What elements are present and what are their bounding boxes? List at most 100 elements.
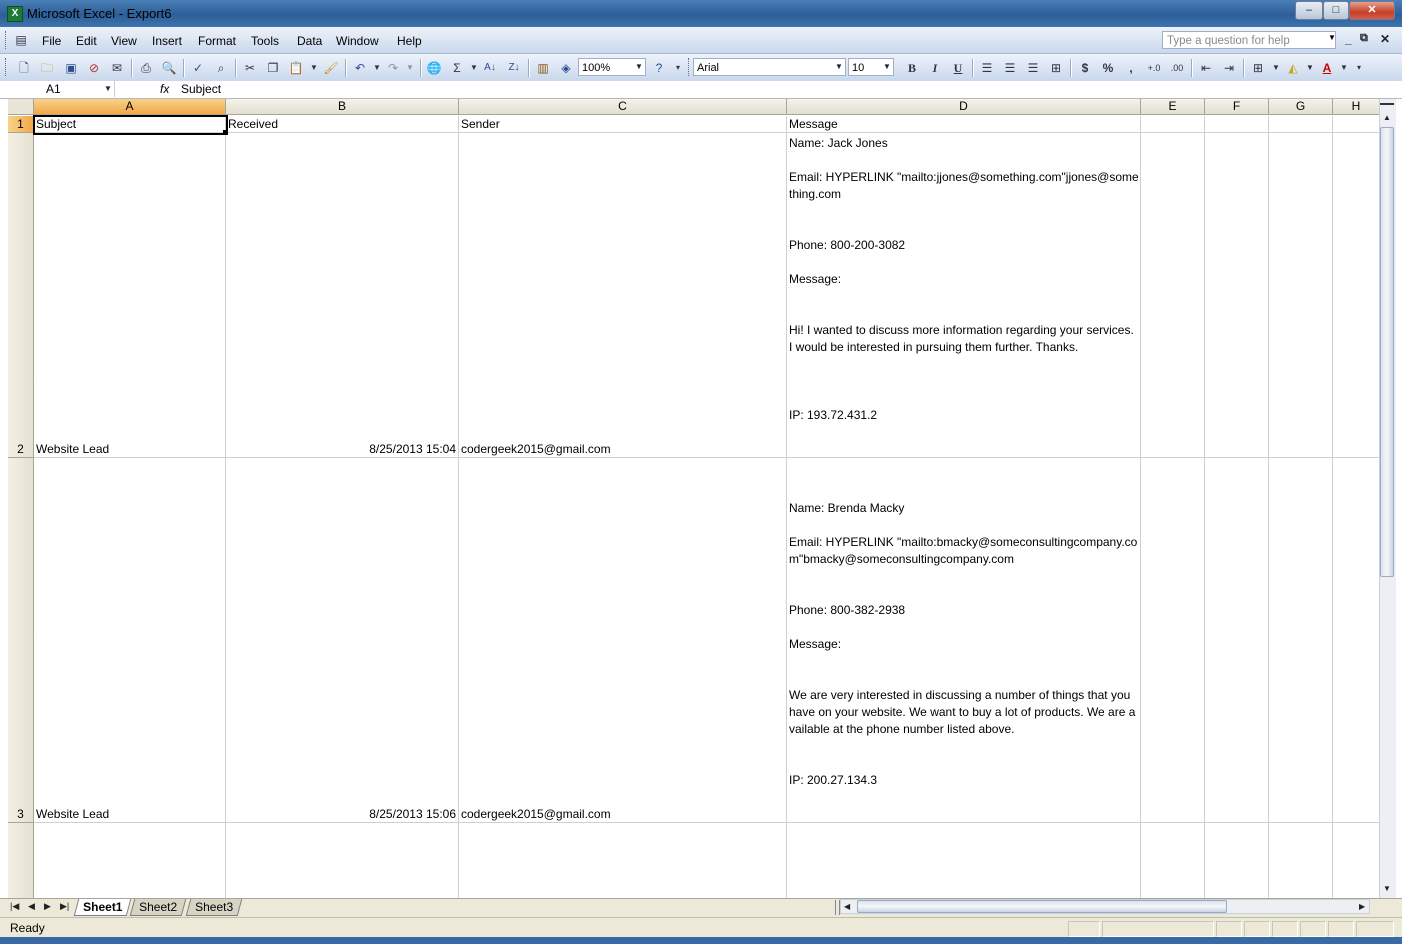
bold-button[interactable]: B: [904, 60, 920, 76]
cell-b2[interactable]: 8/25/2013 15:04: [228, 441, 456, 458]
doc-close-button[interactable]: ✕: [1380, 32, 1390, 46]
column-header-d[interactable]: D: [787, 99, 1141, 115]
chevron-down-icon[interactable]: ▼: [1302, 60, 1318, 76]
chevron-down-icon[interactable]: ▼: [466, 60, 482, 76]
chevron-down-icon[interactable]: ▼: [1268, 60, 1284, 76]
italic-button[interactable]: I: [927, 60, 943, 76]
new-icon[interactable]: 🗋: [16, 60, 32, 76]
cut-icon[interactable]: ✂: [242, 60, 258, 76]
column-header-c[interactable]: C: [459, 99, 787, 115]
cell-d3[interactable]: Name: Brenda Macky Email: HYPERLINK "mai…: [789, 500, 1139, 789]
doc-minimize-button[interactable]: _: [1345, 32, 1352, 46]
column-header-a[interactable]: A: [34, 99, 226, 115]
cell-b3[interactable]: 8/25/2013 15:06: [228, 806, 456, 823]
chevron-down-icon[interactable]: ▼: [369, 60, 385, 76]
chevron-down-icon[interactable]: ▼: [104, 81, 112, 97]
chart-wizard-icon[interactable]: ▥: [535, 60, 551, 76]
last-sheet-icon[interactable]: ▶|: [60, 901, 69, 912]
sort-descending-icon[interactable]: Z↓: [506, 60, 522, 76]
fill-handle[interactable]: [223, 130, 228, 135]
menu-edit[interactable]: Edit: [76, 34, 97, 48]
fill-color-icon[interactable]: ◭: [1285, 60, 1301, 76]
print-icon[interactable]: ⎙: [138, 60, 154, 76]
select-all-button[interactable]: [8, 99, 34, 115]
menu-data[interactable]: Data: [297, 34, 322, 48]
split-box[interactable]: [1380, 99, 1394, 105]
insert-function-icon[interactable]: fx: [160, 81, 169, 97]
print-preview-icon[interactable]: 🔍: [161, 60, 177, 76]
autosum-icon[interactable]: Σ: [449, 60, 465, 76]
sort-ascending-icon[interactable]: A↓: [482, 60, 498, 76]
email-icon[interactable]: ✉: [109, 60, 125, 76]
chevron-down-icon[interactable]: ▼: [833, 59, 845, 75]
cell-c1[interactable]: Sender: [461, 116, 500, 133]
open-icon[interactable]: 🗀: [39, 60, 55, 76]
sheet-tab-sheet3[interactable]: Sheet3: [185, 899, 243, 916]
menu-format[interactable]: Format: [198, 34, 236, 48]
help-search-input[interactable]: Type a question for help: [1162, 31, 1336, 49]
horizontal-scroll-thumb[interactable]: [857, 900, 1227, 913]
zoom-select[interactable]: 100% ▼: [578, 58, 646, 76]
cell-b1[interactable]: Received: [228, 116, 278, 133]
chevron-down-icon[interactable]: ▼: [633, 59, 645, 75]
decrease-decimal-icon[interactable]: .00: [1169, 60, 1185, 76]
menu-window[interactable]: Window: [336, 34, 379, 48]
cell-c3[interactable]: codergeek2015@gmail.com: [461, 806, 611, 823]
font-size-select[interactable]: 10 ▼: [848, 58, 894, 76]
toolbar-grip[interactable]: [688, 58, 692, 76]
column-header-h[interactable]: H: [1333, 99, 1380, 115]
close-button[interactable]: ✕: [1349, 1, 1395, 20]
menu-help[interactable]: Help: [397, 34, 422, 48]
toolbar-options-icon[interactable]: ▾: [1354, 60, 1364, 76]
help-icon[interactable]: ?: [651, 60, 667, 76]
cell-c2[interactable]: codergeek2015@gmail.com: [461, 441, 611, 458]
menu-insert[interactable]: Insert: [152, 34, 182, 48]
row-header-2[interactable]: 2: [8, 133, 34, 458]
toolbar-options-icon[interactable]: ▾: [673, 60, 683, 76]
percent-button[interactable]: %: [1100, 60, 1116, 76]
workbook-icon[interactable]: ▤: [13, 32, 29, 48]
borders-icon[interactable]: ⊞: [1250, 60, 1266, 76]
menu-file[interactable]: File: [42, 34, 61, 48]
doc-restore-button[interactable]: ⧉: [1360, 32, 1368, 45]
name-box[interactable]: A1 ▼: [8, 81, 115, 97]
spelling-icon[interactable]: ✓: [190, 60, 206, 76]
font-select[interactable]: Arial ▼: [693, 58, 846, 76]
excel-icon[interactable]: X: [7, 6, 23, 22]
currency-button[interactable]: $: [1077, 60, 1093, 76]
column-header-f[interactable]: F: [1205, 99, 1269, 115]
formula-input[interactable]: Subject: [181, 81, 221, 97]
cell-a2[interactable]: Website Lead: [36, 441, 109, 458]
underline-button[interactable]: U: [950, 60, 966, 76]
paste-icon[interactable]: 📋: [288, 60, 304, 76]
scroll-right-icon[interactable]: ▶: [1359, 902, 1365, 911]
cell-a3[interactable]: Website Lead: [36, 806, 109, 823]
chevron-down-icon[interactable]: ▼: [881, 59, 893, 75]
column-header-b[interactable]: B: [226, 99, 459, 115]
menu-tools[interactable]: Tools: [251, 34, 279, 48]
copy-icon[interactable]: ❐: [265, 60, 281, 76]
cell-d2[interactable]: Name: Jack Jones Email: HYPERLINK "mailt…: [789, 135, 1139, 424]
merge-center-icon[interactable]: ⊞: [1048, 60, 1064, 76]
save-icon[interactable]: ▣: [63, 60, 79, 76]
scroll-up-icon[interactable]: ▲: [1383, 113, 1391, 122]
align-center-icon[interactable]: ☰: [1002, 60, 1018, 76]
format-painter-icon[interactable]: 🖌: [323, 60, 339, 76]
research-icon[interactable]: ⌕: [213, 60, 229, 76]
hyperlink-icon[interactable]: 🌐: [426, 60, 442, 76]
prev-sheet-icon[interactable]: ◀: [28, 901, 35, 912]
redo-icon[interactable]: ↷: [385, 60, 401, 76]
font-color-icon[interactable]: A: [1319, 60, 1335, 76]
chevron-down-icon[interactable]: ▼: [1336, 60, 1352, 76]
scroll-left-icon[interactable]: ◀: [844, 902, 850, 911]
maximize-button[interactable]: □: [1323, 1, 1349, 20]
row-header-4[interactable]: [8, 823, 34, 898]
increase-decimal-icon[interactable]: +.0: [1146, 60, 1162, 76]
cell-d1[interactable]: Message: [789, 116, 838, 133]
column-header-e[interactable]: E: [1141, 99, 1205, 115]
chevron-down-icon[interactable]: ▼: [306, 60, 322, 76]
row-header-1[interactable]: 1: [8, 116, 34, 133]
permission-icon[interactable]: ⊘: [86, 60, 102, 76]
chevron-down-icon[interactable]: ▼: [402, 60, 418, 76]
toolbar-grip[interactable]: [5, 58, 9, 76]
